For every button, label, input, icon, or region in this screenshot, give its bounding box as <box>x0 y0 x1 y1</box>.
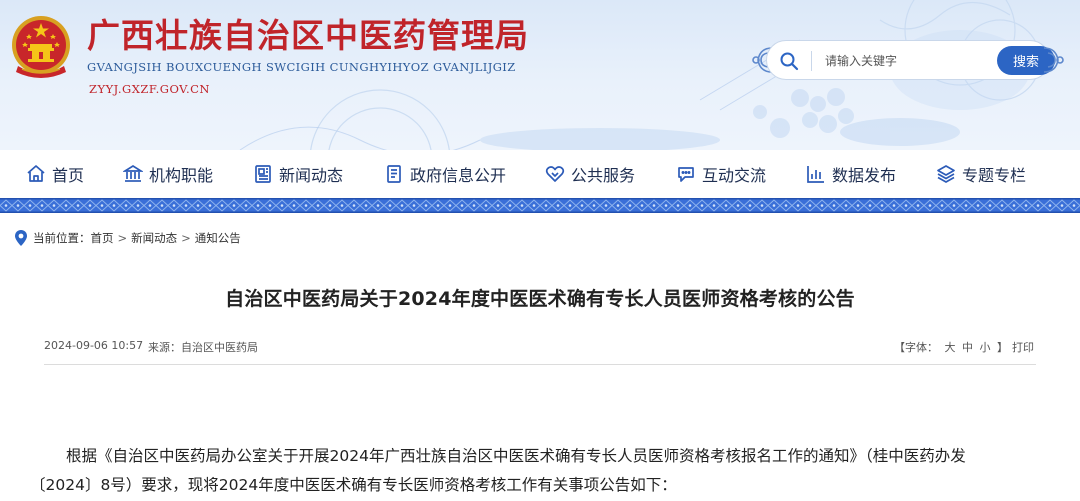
search-icon <box>780 52 799 71</box>
nav-item-special-topics[interactable]: 专题专栏 <box>936 150 1026 198</box>
meta-divider <box>44 364 1036 365</box>
breadcrumb-separator: > <box>117 231 128 245</box>
print-button[interactable]: 打印 <box>1012 339 1034 355</box>
nav-pattern-band <box>0 198 1080 213</box>
layers-icon <box>937 165 955 183</box>
nav-item-label: 机构职能 <box>149 166 214 185</box>
chat-icon <box>678 167 694 182</box>
font-size-switcher: 【字体： 大 中 小 】 <box>894 339 1008 355</box>
heart-hand-icon <box>545 166 565 182</box>
site-domain[interactable]: ZYYJ.GXZF.GOV.CN <box>89 82 210 96</box>
article-paragraph: 根据《自治区中医药局办公室关于开展2024年广西壮族自治区中医医术确有专长人员医… <box>30 447 966 494</box>
nav-item-label: 专题专栏 <box>962 166 1027 185</box>
nav-item-label: 首页 <box>52 166 85 185</box>
nav-item-label: 政府信息公开 <box>410 166 507 185</box>
breadcrumb-separator: > <box>181 231 191 245</box>
nav-item-institution[interactable]: 机构职能 <box>123 150 213 198</box>
breadcrumb-prefix: 当前位置： <box>33 231 91 245</box>
site-header: 广西壮族自治区中医药管理局 GVANGJSIH BOUXCUENGH SWCIG… <box>0 0 1080 150</box>
nav-item-public-service[interactable]: 公共服务 <box>545 150 635 198</box>
document-icon <box>387 165 401 183</box>
search-box: 搜索 <box>766 40 1055 80</box>
nav-item-news[interactable]: 新闻动态 <box>253 150 343 198</box>
nav-item-label: 数据发布 <box>832 166 897 185</box>
institution-icon <box>123 164 143 182</box>
nav-item-data-release[interactable]: 数据发布 <box>806 150 896 198</box>
data-chart-icon <box>807 166 824 183</box>
font-size-medium-button[interactable]: 中 <box>962 341 973 354</box>
nav-item-home[interactable]: 首页 <box>26 150 84 198</box>
location-pin-icon <box>15 230 27 246</box>
national-emblem-logo <box>12 16 70 78</box>
article-date: 2024-09-06 10:57 <box>44 339 144 352</box>
site-subtitle: GVANGJSIH BOUXCUENGH SWCIGIH CUNGHYIHYOZ… <box>87 60 516 74</box>
breadcrumb-news[interactable]: 新闻动态 <box>131 230 177 246</box>
search-ornament-right-icon <box>1043 47 1064 73</box>
article-title: 自治区中医药局关于2024年度中医医术确有专长人员医师资格考核的公告 <box>225 288 855 310</box>
nav-item-interaction[interactable]: 互动交流 <box>676 150 766 198</box>
breadcrumb-notices[interactable]: 通知公告 <box>195 230 241 246</box>
nav-item-label: 公共服务 <box>571 166 636 185</box>
site-title[interactable]: 广西壮族自治区中医药管理局 <box>87 16 529 56</box>
search-bar: 搜索 <box>748 40 1068 80</box>
news-icon <box>255 165 271 183</box>
nav-item-gov-info[interactable]: 政府信息公开 <box>384 150 506 198</box>
main-nav: 首页 机构职能 新闻动态 政府信息公开 公共服务 互动交流 数据发布 专题专栏 <box>0 150 1080 198</box>
breadcrumb: 当前位置： 首页 > 新闻动态 > 通知公告 <box>14 228 241 248</box>
font-size-small-button[interactable]: 小 <box>980 341 991 354</box>
font-size-label: 【字体： <box>894 341 938 354</box>
home-icon <box>27 165 45 182</box>
search-divider <box>811 51 812 71</box>
font-size-large-button[interactable]: 大 <box>945 341 956 354</box>
font-size-close: 】 <box>997 341 1008 354</box>
nav-item-label: 新闻动态 <box>279 166 344 185</box>
search-input[interactable] <box>825 50 975 72</box>
article-meta: 2024-09-06 10:57 来源：自治区中医药局 【字体： 大 中 小 】… <box>44 337 1036 359</box>
nav-item-label: 互动交流 <box>702 166 767 185</box>
breadcrumb-home[interactable]: 首页 <box>91 230 114 246</box>
article-source: 来源：自治区中医药局 <box>148 341 258 354</box>
